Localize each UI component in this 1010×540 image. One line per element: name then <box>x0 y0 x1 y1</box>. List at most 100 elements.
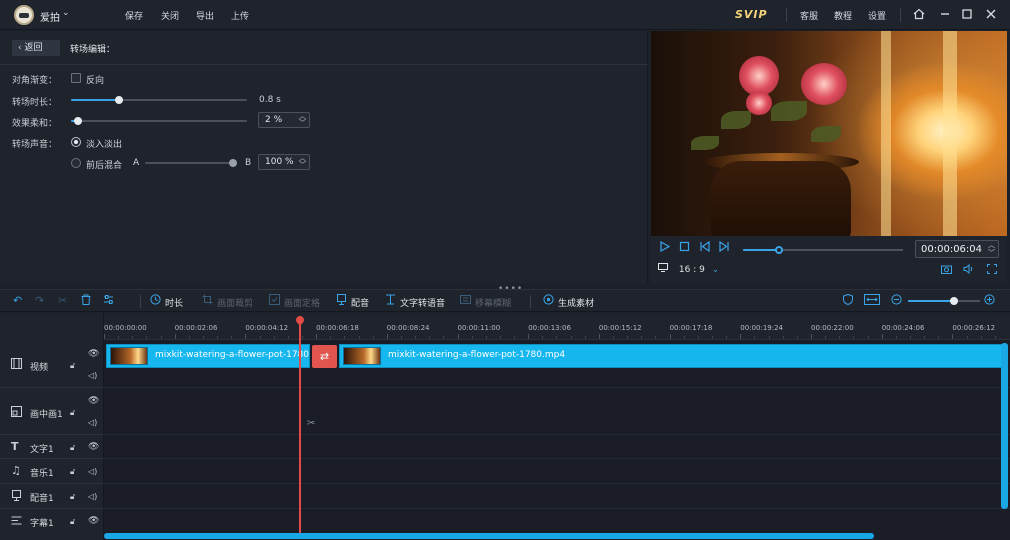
unlock-icon[interactable]: 🔓︎ <box>70 361 75 371</box>
fit-timeline-icon[interactable] <box>864 294 880 308</box>
undo-icon[interactable]: ↶ <box>13 294 22 307</box>
zoom-in-icon[interactable] <box>984 294 995 308</box>
transition-marker[interactable]: ⇄ <box>312 345 337 368</box>
aspect-ratio-select[interactable]: 16 : 9 ⌄ <box>658 263 719 275</box>
eye-icon[interactable]: 👁︎ <box>88 396 99 406</box>
tutorial-link[interactable]: 教程 <box>834 9 852 22</box>
track-header-dub[interactable]: 配音1 🔓︎ ◁) <box>0 484 104 509</box>
crop-icon[interactable] <box>202 294 213 308</box>
minimize-icon[interactable] <box>938 8 952 22</box>
track-lane-text[interactable] <box>104 435 1010 459</box>
generate-icon[interactable] <box>543 294 554 308</box>
softness-slider[interactable] <box>71 117 247 125</box>
unlock-icon[interactable]: 🔓︎ <box>70 443 75 453</box>
close-icon[interactable] <box>984 8 998 22</box>
svip-badge[interactable]: SVIP <box>735 8 768 21</box>
redo-icon[interactable]: ↷ <box>35 294 44 307</box>
unlock-icon[interactable]: 🔓︎ <box>70 492 75 502</box>
vertical-scrollbar[interactable] <box>1001 343 1008 509</box>
playback-knob[interactable] <box>775 246 783 254</box>
track-header-pip[interactable]: 画中画1 🔓︎ 👁︎ ◁) <box>0 388 104 435</box>
delete-icon[interactable] <box>81 294 91 308</box>
audio-mix-radio[interactable] <box>71 158 81 168</box>
mix-slider-knob[interactable] <box>229 159 237 167</box>
menu-save[interactable]: 保存 <box>125 9 143 22</box>
blur-button[interactable]: 移幕模糊 <box>475 296 511 309</box>
app-logo-icon[interactable] <box>14 5 34 25</box>
unlock-icon[interactable]: 🔓︎ <box>70 408 75 418</box>
settings-link[interactable]: 设置 <box>868 9 886 22</box>
video-clip[interactable]: mixkit-watering-a-flower-pot-1780.m... <box>106 344 310 368</box>
stop-icon[interactable] <box>679 241 690 255</box>
app-name[interactable]: 爱拍 <box>40 9 60 24</box>
playhead[interactable] <box>299 316 301 536</box>
track-lane-music[interactable] <box>104 459 1010 484</box>
prev-frame-icon[interactable] <box>699 240 710 255</box>
chevron-down-icon[interactable]: ⌄ <box>62 8 70 18</box>
dub-button[interactable]: 配音 <box>351 296 369 309</box>
track-header-text[interactable]: T 文字1 🔓︎ 👁︎ <box>0 435 104 459</box>
mix-slider[interactable] <box>145 159 237 167</box>
zoom-slider[interactable] <box>908 297 980 305</box>
track-lane-dub[interactable] <box>104 484 1010 509</box>
tts-icon[interactable] <box>385 294 396 308</box>
blur-icon[interactable] <box>460 294 471 308</box>
timeline-ruler[interactable]: 00:00:00:00 00:00:02:06 00:00:04:12 00:00:0… <box>104 313 1010 340</box>
audio-fade-radio[interactable] <box>71 137 81 147</box>
track-header-music[interactable]: ♫ 音乐1 🔓︎ ◁) <box>0 459 104 484</box>
play-icon[interactable] <box>659 240 671 255</box>
duration-slider[interactable] <box>71 96 247 104</box>
snapshot-icon[interactable] <box>941 264 952 277</box>
zoom-slider-knob[interactable] <box>950 297 958 305</box>
track-header-video[interactable]: 视频 🔓︎ 👁︎ ◁) <box>0 340 104 388</box>
track-lane-video[interactable]: mixkit-watering-a-flower-pot-1780.m... ⇄… <box>104 340 1010 388</box>
dub-icon[interactable] <box>336 294 347 308</box>
freeze-button[interactable]: 画面定格 <box>284 296 320 309</box>
eye-icon[interactable]: 👁︎ <box>88 442 99 452</box>
menu-close[interactable]: 关闭 <box>161 9 179 22</box>
volume-icon[interactable]: ◁) <box>88 371 97 380</box>
stepper-arrows-icon[interactable]: ︿ ﹀ <box>988 241 995 257</box>
unlock-icon[interactable]: 🔓︎ <box>70 467 75 477</box>
eye-icon[interactable]: 👁︎ <box>88 516 99 526</box>
reverse-checkbox[interactable] <box>71 73 81 83</box>
fullscreen-icon[interactable] <box>987 264 997 277</box>
track-header-subtitle[interactable]: 字幕1 🔓︎ 👁︎ <box>0 509 104 540</box>
tts-button[interactable]: 文字转语音 <box>400 296 445 309</box>
shield-icon[interactable] <box>843 293 853 308</box>
stepper-arrows-icon[interactable]: ︿ ﹀ <box>299 155 306 169</box>
generate-button[interactable]: 生成素材 <box>558 296 594 309</box>
video-preview[interactable] <box>651 31 1007 236</box>
adjust-icon[interactable] <box>103 294 114 308</box>
freeze-icon[interactable] <box>269 294 280 308</box>
volume-icon[interactable]: ◁) <box>88 418 97 427</box>
home-icon[interactable] <box>912 8 926 22</box>
unlock-icon[interactable]: 🔓︎ <box>70 517 75 527</box>
next-frame-icon[interactable] <box>719 240 730 255</box>
duration-slider-knob[interactable] <box>115 96 123 104</box>
crop-button[interactable]: 画面裁剪 <box>217 296 253 309</box>
menu-export[interactable]: 导出 <box>196 9 214 22</box>
scissors-icon[interactable]: ✂ <box>58 294 67 307</box>
track-lane-pip[interactable] <box>104 388 1010 435</box>
menu-upload[interactable]: 上传 <box>231 9 249 22</box>
maximize-icon[interactable] <box>960 8 974 22</box>
horizontal-scrollbar[interactable] <box>104 533 874 539</box>
scissors-icon[interactable]: ✂ <box>307 418 315 429</box>
volume-icon[interactable] <box>963 263 974 277</box>
timeline-tracks[interactable]: mixkit-watering-a-flower-pot-1780.m... ⇄… <box>104 340 1010 540</box>
softness-slider-knob[interactable] <box>74 117 82 125</box>
video-clip[interactable]: mixkit-watering-a-flower-pot-1780.mp4 <box>339 344 1002 368</box>
clock-icon[interactable] <box>150 294 161 308</box>
duration-button[interactable]: 时长 <box>165 296 183 309</box>
softness-stepper[interactable]: 2 % ︿ ﹀ <box>258 112 310 128</box>
volume-icon[interactable]: ◁) <box>88 492 97 501</box>
eye-icon[interactable]: 👁︎ <box>88 349 99 359</box>
zoom-out-icon[interactable] <box>891 294 902 308</box>
mix-stepper[interactable]: 100 % ︿ ﹀ <box>258 154 310 170</box>
playback-slider[interactable] <box>743 246 903 254</box>
support-link[interactable]: 客服 <box>800 9 818 22</box>
timecode-field[interactable]: 00:00:06:04 ︿ ﹀ <box>915 240 999 258</box>
stepper-arrows-icon[interactable]: ︿ ﹀ <box>299 113 306 127</box>
back-button[interactable]: ‹ 返回 <box>12 40 60 56</box>
